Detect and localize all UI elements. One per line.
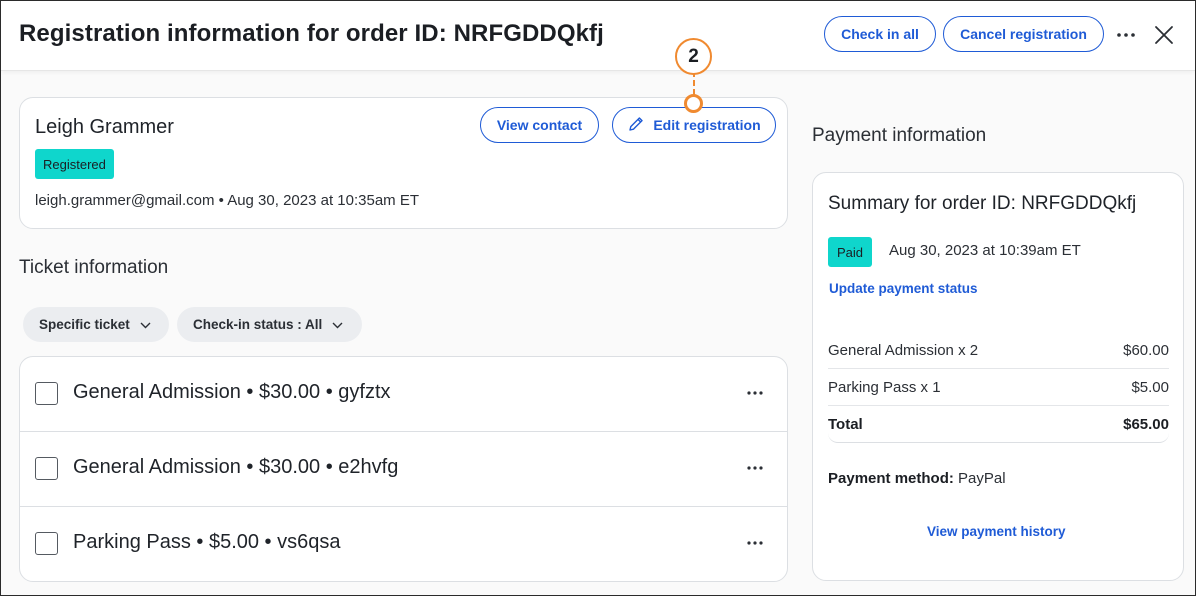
ticket-section-title: Ticket information <box>19 257 169 278</box>
line-item-amount: $5.00 <box>1131 378 1169 396</box>
pencil-icon <box>627 115 645 136</box>
callout-dot <box>684 94 703 113</box>
more-horizontal-icon[interactable] <box>744 533 766 553</box>
ticket-row: General Admission • $30.00 • gyfztx <box>20 357 787 432</box>
more-horizontal-icon[interactable] <box>744 458 766 478</box>
payment-status-badge: Paid <box>828 237 873 267</box>
dialog-header: Registration information for order ID: N… <box>1 1 1195 71</box>
page-title: Registration information for order ID: N… <box>19 20 604 47</box>
line-item-name: General Admission x 2 <box>828 341 979 359</box>
update-payment-status-link[interactable]: Update payment status <box>829 281 978 296</box>
ticket-list: General Admission • $30.00 • gyfztx Gene… <box>19 356 788 582</box>
chevron-down-icon <box>332 317 343 332</box>
summary-title: Summary for order ID: NRFGDDQkfj <box>828 193 1137 214</box>
payment-section-title: Payment information <box>812 125 987 146</box>
payment-method-label: Payment method: <box>828 470 954 487</box>
contact-card: Leigh Grammer View contact Edit registra… <box>19 97 788 229</box>
more-horizontal-icon[interactable] <box>1115 23 1137 47</box>
ticket-label: General Admission • $30.00 • e2hvfg <box>73 456 399 478</box>
view-payment-history-link[interactable]: View payment history <box>927 524 1066 539</box>
status-badge: Registered <box>35 149 114 179</box>
total-label: Total <box>828 416 863 433</box>
line-item-amount: $60.00 <box>1123 341 1169 359</box>
cancel-registration-button[interactable]: Cancel registration <box>943 16 1104 52</box>
payment-method: Payment method: PayPal <box>828 470 1006 487</box>
line-item: Parking Pass x 1 $5.00 <box>828 369 1169 406</box>
payment-method-value: PayPal <box>958 470 1006 487</box>
total-row: Total $65.00 <box>828 406 1169 443</box>
view-contact-button[interactable]: View contact <box>480 107 599 143</box>
filter-label: Specific ticket <box>39 317 130 332</box>
callout-number: 2 <box>675 38 712 75</box>
ticket-checkbox[interactable] <box>35 457 58 480</box>
ticket-row: General Admission • $30.00 • e2hvfg <box>20 432 787 507</box>
line-item: General Admission x 2 $60.00 <box>828 332 1169 369</box>
payment-date: Aug 30, 2023 at 10:39am ET <box>889 242 1081 259</box>
check-in-all-button[interactable]: Check in all <box>824 16 936 52</box>
total-amount: $65.00 <box>1123 416 1169 433</box>
check-in-status-filter[interactable]: Check-in status : All <box>177 307 362 342</box>
registration-dialog: Registration information for order ID: N… <box>0 0 1196 596</box>
close-icon[interactable] <box>1153 23 1175 47</box>
ticket-label: Parking Pass • $5.00 • vs6qsa <box>73 531 341 553</box>
specific-ticket-filter[interactable]: Specific ticket <box>23 307 169 342</box>
edit-registration-label: Edit registration <box>653 117 761 133</box>
ticket-label: General Admission • $30.00 • gyfztx <box>73 381 391 403</box>
chevron-down-icon <box>140 317 151 332</box>
contact-name: Leigh Grammer <box>35 116 174 138</box>
ticket-checkbox[interactable] <box>35 532 58 555</box>
order-line-items: General Admission x 2 $60.00 Parking Pas… <box>828 332 1169 443</box>
ticket-checkbox[interactable] <box>35 382 58 405</box>
more-horizontal-icon[interactable] <box>744 383 766 403</box>
filter-label: Check-in status : All <box>193 317 323 332</box>
payment-summary-card: Summary for order ID: NRFGDDQkfj Paid Au… <box>812 172 1184 581</box>
line-item-name: Parking Pass x 1 <box>828 378 941 396</box>
ticket-row: Parking Pass • $5.00 • vs6qsa <box>20 507 787 581</box>
contact-meta: leigh.grammer@gmail.com • Aug 30, 2023 a… <box>35 192 420 209</box>
